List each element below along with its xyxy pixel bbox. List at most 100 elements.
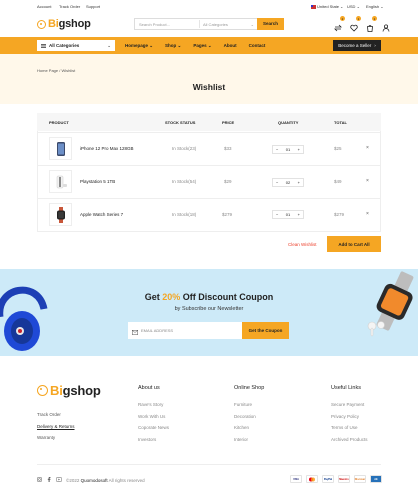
quantity-value: 02 xyxy=(285,180,291,185)
remove-button[interactable]: × xyxy=(366,178,369,184)
minus-button[interactable]: − xyxy=(276,212,278,217)
footer-link[interactable]: Warranty xyxy=(37,435,75,440)
discount-percent: 20% xyxy=(162,292,181,302)
cart-count-badge: 1 xyxy=(372,16,377,21)
copyright-brand[interactable]: Quomodosoft xyxy=(81,478,108,483)
youtube-icon[interactable] xyxy=(56,477,62,482)
currency-select[interactable]: USD ⌄ xyxy=(347,4,360,9)
footer-link[interactable]: Interior xyxy=(234,437,256,442)
footer-column-title: Online Shop xyxy=(234,385,265,391)
instagram-icon[interactable] xyxy=(37,477,42,482)
user-icon[interactable] xyxy=(382,19,390,32)
nav-pages[interactable]: Pages ⌄ xyxy=(193,43,211,49)
iphone-image xyxy=(56,141,65,156)
maestro-icon: Maestro xyxy=(338,475,350,483)
remove-button[interactable]: × xyxy=(366,211,369,217)
footer-link[interactable]: Furniture xyxy=(234,402,256,407)
footer-logo[interactable]: Bigshop xyxy=(37,383,101,398)
minus-button[interactable]: − xyxy=(276,147,278,152)
col-price: PRICE xyxy=(222,120,235,125)
clear-wishlist-button[interactable]: Clean Wishlist xyxy=(288,242,317,247)
compare-icon[interactable]: 2 xyxy=(334,16,345,32)
header-icons: 2 1 1 xyxy=(334,16,390,32)
minus-button[interactable]: − xyxy=(276,180,278,185)
price: $29 xyxy=(224,179,232,184)
footer-column-about: Rave's Story Work With Us Coporate News … xyxy=(138,402,169,448)
col-total: TOTAL xyxy=(334,120,347,125)
footer-link[interactable]: Investors xyxy=(138,437,169,442)
nav-about[interactable]: About xyxy=(224,43,237,49)
playstation-image xyxy=(56,175,67,188)
quantity-stepper[interactable]: − 01 + xyxy=(272,145,304,154)
plus-button[interactable]: + xyxy=(298,212,300,217)
col-product: PRODUCT xyxy=(49,120,69,125)
email-field[interactable]: EMAIL ADDRESS xyxy=(138,328,242,333)
page-header xyxy=(0,54,418,104)
logo-icon xyxy=(37,19,46,29)
product-thumbnail[interactable] xyxy=(49,203,72,226)
all-categories-label: All Categories xyxy=(49,43,80,48)
col-stock-status: STOCK STATUS xyxy=(165,120,196,125)
plus-button[interactable]: + xyxy=(298,147,300,152)
footer-link[interactable]: Terms of Use xyxy=(331,425,368,430)
logo-suffix: gshop xyxy=(62,383,101,398)
nav-homepage[interactable]: Homepage ⌄ xyxy=(125,43,153,49)
logo-prefix: Bi xyxy=(48,18,59,30)
footer-link[interactable]: Track Order xyxy=(37,412,75,417)
menu-icon xyxy=(41,43,46,48)
footer-link[interactable]: Secure Payment xyxy=(331,402,368,407)
newsletter-banner xyxy=(0,269,418,356)
footer-link[interactable]: Rave's Story xyxy=(138,402,169,407)
product-name[interactable]: iPhone 12 Pro Max 128GB xyxy=(80,146,134,151)
total: $25 xyxy=(334,146,342,151)
footer-link[interactable]: Work With Us xyxy=(138,414,169,419)
footer-link[interactable]: Coporate News xyxy=(138,425,169,430)
nav-contact[interactable]: Contact xyxy=(249,43,266,49)
logo[interactable]: Bigshop xyxy=(37,17,91,31)
product-name[interactable]: Playstation 5 1TB xyxy=(80,179,115,184)
logo-icon xyxy=(37,385,48,396)
country-select[interactable]: United State ⌄ xyxy=(311,4,343,9)
page-title: Wishlist xyxy=(192,82,226,92)
get-coupon-button[interactable]: Get the Coupon xyxy=(242,322,289,339)
search-button[interactable]: Search xyxy=(257,17,284,30)
search-input[interactable]: Search Product... xyxy=(135,22,199,27)
compare-count-badge: 2 xyxy=(340,16,345,21)
product-name[interactable]: Apple Watch Series 7 xyxy=(80,212,123,217)
all-categories-button[interactable]: All Categories ⌄ xyxy=(37,40,115,51)
footer-link[interactable]: Decoration xyxy=(234,414,256,419)
stock-status: In Stock(23) xyxy=(172,146,197,151)
total: $49 xyxy=(334,179,342,184)
nav-shop[interactable]: Shop ⌄ xyxy=(165,43,181,49)
quantity-stepper[interactable]: − 02 + xyxy=(272,178,304,187)
breadcrumb[interactable]: Home Page / Wishlist xyxy=(37,68,75,73)
stock-status: In Stock(54) xyxy=(172,179,197,184)
product-thumbnail[interactable] xyxy=(49,137,72,160)
logo-suffix: gshop xyxy=(58,18,91,30)
footer-link[interactable]: Privacy Policy xyxy=(331,414,368,419)
account-link[interactable]: Account xyxy=(37,4,51,9)
cart-icon[interactable]: 1 xyxy=(366,16,377,32)
quantity-value: 01 xyxy=(285,212,291,217)
language-select[interactable]: English ⌄ xyxy=(366,4,384,9)
mastercard-icon xyxy=(306,475,318,483)
footer-link[interactable]: Kitchen xyxy=(234,425,256,430)
top-bar: Account Track Order Support United State… xyxy=(0,0,418,12)
track-order-link[interactable]: Track Order xyxy=(59,4,80,9)
footer-link[interactable]: Delivery & Returns xyxy=(37,424,75,429)
social-links xyxy=(37,477,62,482)
wishlist-icon[interactable]: 1 xyxy=(350,16,361,32)
footer-link[interactable]: Archived Products xyxy=(331,437,368,442)
facebook-icon[interactable] xyxy=(47,477,51,482)
chevron-down-icon: ⌄ xyxy=(107,42,111,48)
support-link[interactable]: Support xyxy=(86,4,100,9)
plus-button[interactable]: + xyxy=(298,180,300,185)
remove-button[interactable]: × xyxy=(366,145,369,151)
chevron-down-icon: ⌄ xyxy=(250,21,254,27)
quantity-stepper[interactable]: − 01 + xyxy=(272,210,304,219)
product-thumbnail[interactable] xyxy=(49,170,72,193)
paypal-icon: PayPal xyxy=(322,475,334,483)
become-seller-button[interactable]: Become a Seller › xyxy=(333,40,381,51)
add-all-to-cart-button[interactable]: Add to Cart All xyxy=(327,236,381,252)
category-select[interactable]: All Categories ⌄ xyxy=(199,20,257,28)
